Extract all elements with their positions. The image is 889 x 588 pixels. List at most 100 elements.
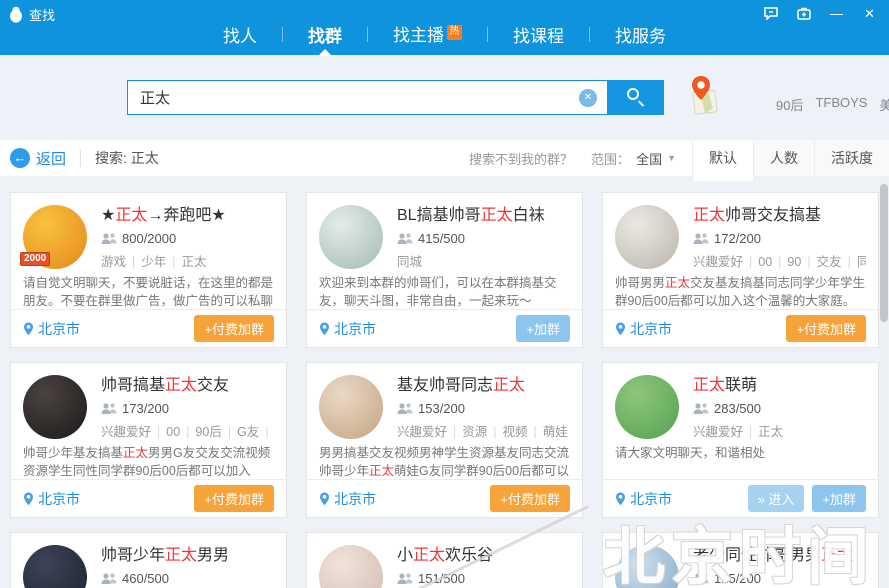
- pay-join-button[interactable]: +付费加群: [194, 315, 274, 342]
- main-nav: 找人 找群 找主播热 找课程 找服务: [0, 21, 889, 47]
- group-tag: 资源: [462, 425, 487, 439]
- search-section: ✕ 90后TFBOYS美食旅游: [0, 55, 889, 140]
- sort-tab[interactable]: 人数: [753, 140, 814, 176]
- group-card: 老少同性帅哥男男正太 125/200 北京市: [602, 532, 879, 588]
- group-tag: 90: [787, 255, 801, 269]
- clear-search-icon[interactable]: ✕: [579, 89, 597, 107]
- back-button[interactable]: ← 返回: [10, 148, 66, 169]
- result-toolbar: ← 返回 搜索: 正太 搜索不到我的群？ 范围： 全国 ▼ 默认人数活跃度: [0, 140, 889, 176]
- hot-words: 90后TFBOYS美食旅游: [776, 95, 889, 114]
- pay-join-button[interactable]: +付费加群: [194, 485, 274, 512]
- window-controls: — ✕: [763, 6, 877, 21]
- text-segment: 帅哥搞基: [101, 377, 165, 394]
- hot-word-link[interactable]: 美食: [879, 95, 889, 114]
- pay-join-button[interactable]: +付费加群: [490, 485, 570, 512]
- group-card: BL搞基帅哥正太白袜 415/500 同城 欢迎来到本群的帅哥们，可以在本群搞基…: [306, 192, 583, 348]
- highlighted-keyword: 正太: [115, 207, 147, 224]
- tag-separator: |: [186, 425, 189, 439]
- group-tags: 兴趣爱好|资源|视频|萌娃|男...: [397, 421, 570, 440]
- group-title[interactable]: 基友帅哥同志正太: [397, 375, 570, 396]
- tab-find-anchor[interactable]: 找主播热: [393, 21, 462, 47]
- nav-separator: [367, 27, 368, 42]
- enter-button[interactable]: » 进入: [748, 485, 805, 512]
- member-count: 151/500: [418, 571, 465, 586]
- location-pin-icon: [615, 322, 626, 336]
- toolbar-divider: [80, 149, 81, 167]
- highlighted-keyword: 正太: [493, 377, 525, 394]
- group-location[interactable]: 北京市: [23, 489, 80, 509]
- chevron-down-icon[interactable]: ▼: [667, 153, 676, 163]
- scope-select[interactable]: 全国: [636, 149, 662, 168]
- feedback-bubble-icon[interactable]: [763, 6, 778, 21]
- sort-tab[interactable]: 活跃度: [814, 140, 889, 176]
- group-tags: 兴趣爱好|00|90|交友|同学|...: [693, 251, 866, 270]
- group-tag: 同学: [857, 255, 866, 269]
- member-count: 153/200: [418, 401, 465, 416]
- group-tag: 萌娃: [543, 425, 568, 439]
- group-title[interactable]: 正太联萌: [693, 375, 866, 396]
- close-button[interactable]: ✕: [862, 6, 877, 21]
- highlighted-keyword: 正太: [693, 377, 725, 394]
- members-icon: [101, 403, 117, 415]
- group-tags: 兴趣爱好|正太: [693, 421, 866, 440]
- group-tag: 正太: [758, 425, 783, 439]
- group-tag: 00: [758, 255, 772, 269]
- tag-separator: |: [157, 425, 160, 439]
- join-button[interactable]: +加群: [516, 315, 570, 342]
- location-pin-icon: [23, 492, 34, 506]
- tab-find-service[interactable]: 找服务: [615, 22, 666, 47]
- toolbox-add-icon[interactable]: [796, 6, 811, 21]
- group-location[interactable]: 北京市: [23, 319, 80, 339]
- sort-tab[interactable]: 默认: [692, 140, 753, 181]
- group-avatar[interactable]: 2000: [23, 205, 87, 269]
- member-count: 172/200: [714, 231, 761, 246]
- scrollbar-track: [880, 178, 888, 586]
- location-pin-icon: [615, 492, 626, 506]
- tab-find-course[interactable]: 找课程: [513, 22, 564, 47]
- text-segment: 男男: [197, 547, 229, 564]
- tag-separator: |: [265, 425, 268, 439]
- hot-word-link[interactable]: 90后: [776, 95, 803, 114]
- pay-join-button[interactable]: +付费加群: [786, 315, 866, 342]
- search-input[interactable]: [127, 80, 607, 115]
- group-avatar[interactable]: [319, 205, 383, 269]
- group-avatar[interactable]: [615, 545, 679, 588]
- scrollbar-thumb[interactable]: [880, 184, 888, 322]
- group-location[interactable]: 北京市: [319, 489, 376, 509]
- group-title[interactable]: 帅哥搞基正太交友: [101, 375, 274, 396]
- group-avatar[interactable]: [23, 545, 87, 588]
- group-avatar[interactable]: [23, 375, 87, 439]
- group-title[interactable]: ★正太→奔跑吧★: [101, 205, 274, 226]
- highlighted-keyword: 正太: [123, 446, 148, 460]
- tab-find-people[interactable]: 找人: [223, 22, 257, 47]
- group-title[interactable]: BL搞基帅哥正太白袜: [397, 205, 570, 226]
- cant-find-group-link[interactable]: 搜索不到我的群？: [469, 149, 573, 168]
- group-avatar[interactable]: [615, 205, 679, 269]
- card-buttons: +付费加群: [786, 315, 866, 342]
- search-button[interactable]: [607, 80, 664, 115]
- group-location[interactable]: 北京市: [319, 319, 376, 339]
- tab-find-group[interactable]: 找群: [308, 22, 342, 47]
- group-title[interactable]: 帅哥少年正太男男: [101, 545, 274, 566]
- text-segment: 欢迎来到本群的帅哥们，可以在本群搞基交友，聊天斗图，非常自由，一起来玩～&nbs…: [319, 276, 557, 309]
- card-buttons: +付费加群: [194, 315, 274, 342]
- location-pin-icon: [319, 492, 330, 506]
- minimize-button[interactable]: —: [829, 6, 844, 21]
- group-title[interactable]: 小正太欢乐谷: [397, 545, 570, 566]
- hot-word-link[interactable]: TFBOYS: [815, 95, 867, 114]
- tag-separator: |: [778, 255, 781, 269]
- group-title[interactable]: 老少同性帅哥男男正太: [693, 545, 866, 566]
- highlighted-keyword: 正太: [821, 547, 853, 564]
- text-segment: 请大家文明聊天，和谐相处: [615, 446, 765, 460]
- group-results-grid: 2000 ★正太→奔跑吧★ 800/2000 游戏|少年|正太 请自觉文明聊天，…: [0, 176, 880, 588]
- nearby-map-pin-icon[interactable]: [688, 75, 720, 117]
- group-avatar[interactable]: [319, 375, 383, 439]
- highlighted-keyword: 正太: [693, 207, 725, 224]
- group-avatar[interactable]: [615, 375, 679, 439]
- group-location[interactable]: 北京市: [615, 319, 672, 339]
- group-avatar[interactable]: [319, 545, 383, 588]
- text-segment: ★: [101, 207, 115, 224]
- group-location[interactable]: 北京市: [615, 489, 672, 509]
- group-title[interactable]: 正太帅哥交友搞基: [693, 205, 866, 226]
- join-button[interactable]: +加群: [812, 485, 866, 512]
